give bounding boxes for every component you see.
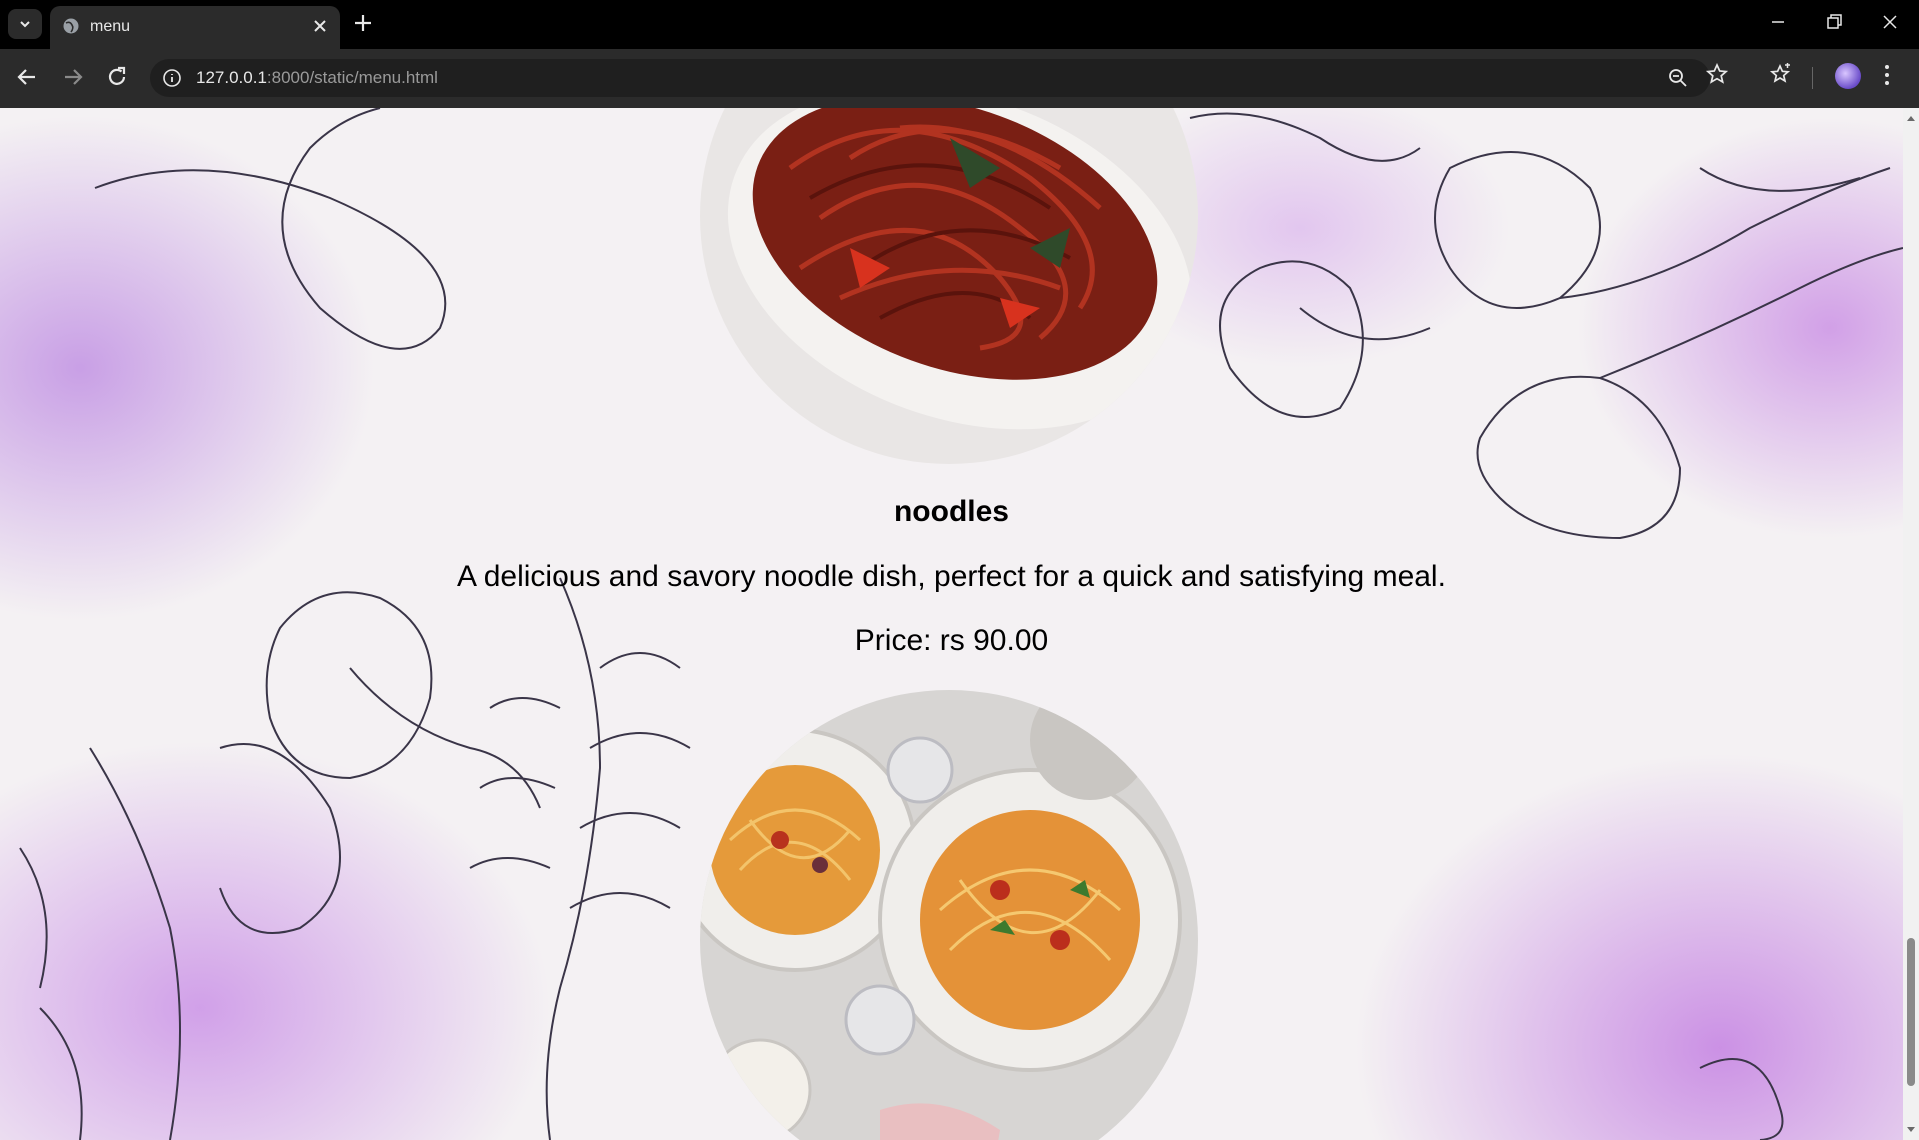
- window-close-icon[interactable]: [1880, 12, 1900, 32]
- scrollbar-thumb[interactable]: [1907, 938, 1915, 1086]
- minimize-icon[interactable]: [1768, 12, 1788, 32]
- reload-icon[interactable]: [104, 64, 130, 90]
- globe-icon: [63, 18, 79, 34]
- bookmarks-icon[interactable]: [1769, 63, 1791, 85]
- arrow-left-icon[interactable]: [14, 64, 40, 90]
- tab-strip: menu: [0, 0, 1919, 49]
- toolbar-separator: [1812, 67, 1813, 89]
- tab-search-button[interactable]: [8, 9, 42, 39]
- restore-icon[interactable]: [1824, 12, 1844, 32]
- page-viewport: noodles A delicious and savory noodle di…: [0, 108, 1903, 1140]
- vertical-scrollbar[interactable]: [1903, 108, 1919, 1140]
- plus-icon[interactable]: [352, 12, 374, 34]
- address-bar[interactable]: 127.0.0.1:8000/static/menu.html: [150, 59, 1710, 97]
- kebab-icon[interactable]: [1882, 63, 1892, 87]
- tab-title: menu: [90, 18, 131, 35]
- profile-avatar[interactable]: [1835, 63, 1861, 89]
- dish-price: Price: rs 90.00: [854, 624, 1049, 657]
- browser-toolbar: 127.0.0.1:8000/static/menu.html: [0, 49, 1919, 108]
- tab-menu[interactable]: menu: [50, 6, 340, 49]
- dish-description: A delicious and savory noodle dish, perf…: [457, 560, 1446, 593]
- info-icon[interactable]: [162, 68, 182, 88]
- zoom-out-icon[interactable]: [1668, 68, 1688, 88]
- star-icon[interactable]: [1706, 63, 1728, 85]
- chevron-down-icon: [20, 21, 30, 28]
- arrow-right-icon[interactable]: [60, 64, 86, 90]
- close-icon[interactable]: [310, 16, 330, 36]
- scroll-down-icon[interactable]: [1907, 1126, 1915, 1134]
- url-text: 127.0.0.1:8000/static/menu.html: [196, 68, 438, 87]
- dish-name: noodles: [893, 495, 1009, 528]
- scroll-up-icon[interactable]: [1907, 114, 1915, 122]
